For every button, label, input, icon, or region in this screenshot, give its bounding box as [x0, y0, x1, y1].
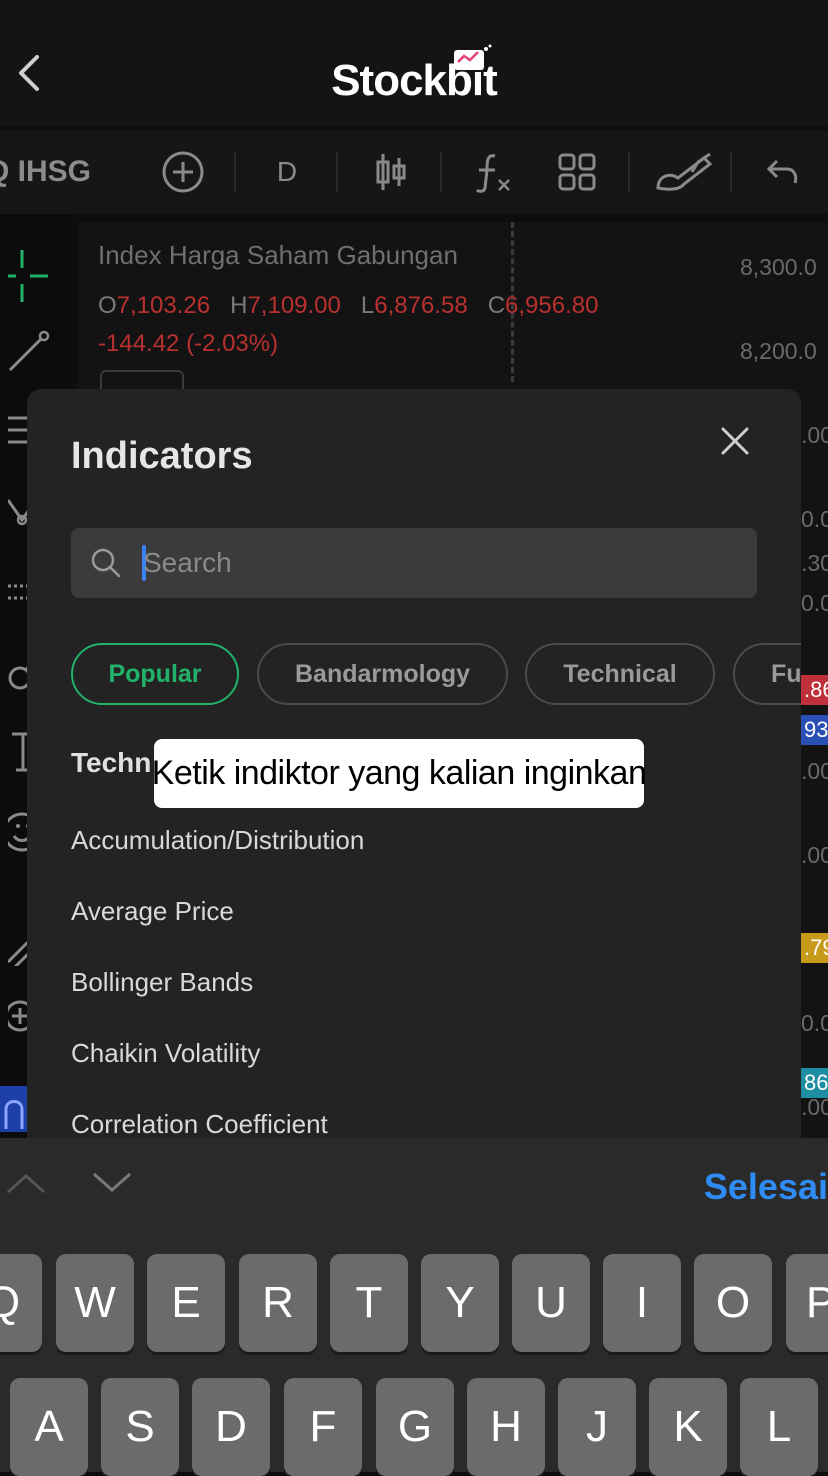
high-label: H: [230, 292, 248, 319]
indicator-item[interactable]: Chaikin Volatility: [71, 1038, 260, 1069]
price-change: -144.42 (-2.03%): [98, 330, 279, 357]
price-axis-label: 0.0: [801, 590, 828, 616]
high-value: 7,109.00: [247, 292, 341, 319]
price-axis-label: .00: [801, 758, 828, 784]
brush-icon: [656, 152, 713, 191]
legend-toggle[interactable]: [100, 370, 184, 390]
key-f[interactable]: F: [284, 1378, 362, 1476]
search-input[interactable]: [143, 528, 723, 598]
symbol-selector[interactable]: Q IHSG: [0, 130, 116, 214]
close-button[interactable]: [713, 419, 757, 463]
chip-fundamental[interactable]: Fu: [733, 643, 801, 705]
crosshair-icon: [8, 250, 48, 302]
close-value: 6,956.80: [505, 292, 599, 319]
indicator-item[interactable]: Correlation Coefficient: [71, 1109, 328, 1140]
instruction-callout: Ketik indiktor yang kalian inginkan: [152, 739, 647, 808]
price-tag: 93: [800, 715, 828, 745]
trend-line-tool[interactable]: [0, 322, 60, 382]
close-label: C: [487, 292, 506, 319]
chip-bandarmology[interactable]: Bandarmology: [257, 643, 508, 705]
chart-toolbar: Q IHSG D: [0, 130, 828, 214]
chevron-down-icon: [93, 1172, 131, 1193]
layout-button[interactable]: [552, 130, 602, 214]
key-i[interactable]: I: [603, 1254, 681, 1352]
chart-title: Index Harga Saham Gabungan: [98, 240, 458, 270]
price-tag: .79: [800, 933, 828, 963]
crosshair-tool[interactable]: [0, 246, 60, 306]
indicator-item[interactable]: Bollinger Bands: [71, 967, 253, 998]
key-l[interactable]: L: [740, 1378, 818, 1476]
price-axis-label: .00: [801, 1094, 828, 1120]
low-value: 6,876.58: [374, 292, 468, 319]
price-tag: .86: [800, 675, 828, 705]
indicators-button[interactable]: [468, 130, 518, 214]
key-k[interactable]: K: [649, 1378, 727, 1476]
price-axis-label: .30: [801, 550, 828, 576]
candlestick-icon: [376, 154, 406, 190]
key-u[interactable]: U: [512, 1254, 590, 1352]
price-axis-label: .00: [801, 842, 828, 868]
magnet-icon: [4, 1100, 24, 1129]
magnet-tool[interactable]: [0, 1086, 28, 1132]
price-tag: 86: [800, 1068, 828, 1098]
search-bar[interactable]: [71, 528, 757, 598]
chevron-up-icon: [7, 1173, 45, 1194]
key-d[interactable]: D: [192, 1378, 270, 1476]
drawing-button[interactable]: [652, 130, 716, 214]
undo-button[interactable]: [758, 130, 808, 214]
key-r[interactable]: R: [239, 1254, 317, 1352]
key-j[interactable]: J: [558, 1378, 636, 1476]
price-axis-label: 0.0: [801, 506, 828, 532]
next-field-button[interactable]: [90, 1168, 134, 1208]
indicator-item[interactable]: Average Price: [71, 896, 234, 927]
on-screen-keyboard: Q W E R T Y U I O P A S D F G H J K L: [0, 1236, 828, 1476]
logo-chart-icon: [454, 44, 492, 70]
key-q[interactable]: Q: [0, 1254, 42, 1352]
grid-icon: [558, 153, 596, 191]
price-axis-label: 8,300.0: [740, 254, 817, 280]
chart-type-button[interactable]: [366, 130, 416, 214]
trend-line-icon: [8, 330, 50, 372]
open-label: O: [98, 292, 117, 319]
price-axis-label: 0.0: [801, 1010, 828, 1036]
open-value: 7,103.26: [116, 292, 211, 319]
close-icon: [721, 427, 749, 455]
key-e[interactable]: E: [147, 1254, 225, 1352]
done-button[interactable]: Selesai: [704, 1166, 828, 1208]
low-label: L: [360, 292, 375, 319]
key-a[interactable]: A: [10, 1378, 88, 1476]
key-w[interactable]: W: [56, 1254, 134, 1352]
interval-button[interactable]: D: [262, 130, 312, 214]
ohlc-values: O7,103.26 H7,109.00 L6,876.58 C6,956.80: [98, 292, 598, 320]
chip-technical[interactable]: Technical: [525, 643, 715, 705]
key-y[interactable]: Y: [421, 1254, 499, 1352]
key-p[interactable]: P: [786, 1254, 828, 1352]
undo-icon: [766, 159, 798, 184]
key-o[interactable]: O: [694, 1254, 772, 1352]
app-logo: Stockbit: [331, 56, 498, 105]
price-axis-label: 8,200.0: [740, 338, 817, 364]
plus-circle-icon: [162, 151, 204, 193]
add-symbol-button[interactable]: [158, 130, 208, 214]
key-t[interactable]: T: [330, 1254, 408, 1352]
key-g[interactable]: G: [376, 1378, 454, 1476]
function-icon: [475, 154, 510, 193]
previous-field-button[interactable]: [4, 1168, 48, 1208]
modal-title: Indicators: [71, 435, 253, 477]
search-icon: [91, 548, 121, 578]
indicator-item[interactable]: Accumulation/Distribution: [71, 825, 364, 856]
price-axis-label: .00: [801, 422, 828, 448]
section-title: Techn: [71, 747, 152, 778]
key-s[interactable]: S: [101, 1378, 179, 1476]
key-h[interactable]: H: [467, 1378, 545, 1476]
chip-popular[interactable]: Popular: [71, 643, 239, 705]
